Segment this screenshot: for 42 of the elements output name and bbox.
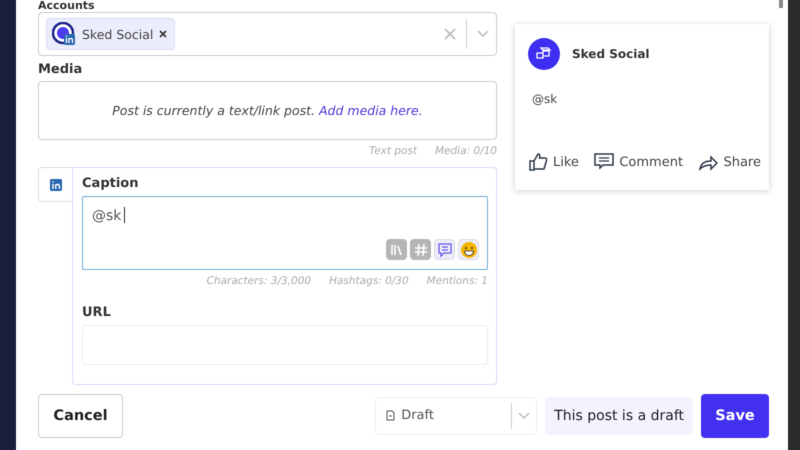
counter-text: Text post — [369, 145, 417, 157]
speech-bubble-icon — [594, 152, 614, 172]
tool-button[interactable] — [434, 239, 455, 260]
account-chip[interactable]: Sked Social — [46, 18, 176, 50]
avatar-icon — [52, 22, 76, 46]
preview-action[interactable]: Like — [528, 152, 579, 172]
emoji-icon — [460, 240, 478, 258]
field-label: URL — [82, 305, 112, 320]
counter-text: Hashtags: 0/30 — [329, 275, 409, 287]
counter-text: Mentions: 1 — [426, 275, 488, 287]
accounts-select[interactable]: Sked Social — [38, 12, 497, 56]
cancel-button[interactable]: Cancel — [38, 394, 123, 438]
media-message: Post is currently a text/link post. Add media here. — [112, 103, 423, 118]
save-button[interactable]: Save — [701, 394, 769, 438]
clear-icon — [444, 28, 456, 40]
tool-button[interactable] — [458, 239, 479, 260]
account-name: Sked Social — [82, 26, 154, 42]
preview-action[interactable]: Share — [698, 152, 761, 172]
remove-icon — [159, 30, 168, 38]
linkedin-icon — [50, 178, 62, 190]
preview-action[interactable]: Comment — [594, 152, 684, 172]
status-select[interactable]: Draft — [375, 396, 538, 434]
counter-text: Media: 0/10 — [435, 145, 497, 157]
chevron-down-icon — [518, 412, 530, 420]
counter-text: Characters: 3/3,000 — [206, 275, 312, 287]
post-text: @sk — [532, 92, 558, 108]
speech-bubble-icon — [436, 240, 454, 258]
field-label: Caption — [82, 176, 140, 191]
thumbs-up-icon — [528, 152, 548, 172]
logo-icon — [528, 38, 560, 70]
account-name: Sked Social — [572, 47, 650, 61]
field-label: Media — [38, 62, 84, 77]
scrollbar-thumb[interactable] — [779, 0, 783, 8]
document-icon — [386, 410, 396, 421]
chevron-down-icon — [477, 30, 489, 38]
caption-value: @sk — [92, 208, 122, 224]
draft-notice: This post is a draft — [545, 396, 693, 434]
media-dropzone[interactable]: Post is currently a text/link post. Add media here. — [38, 81, 497, 140]
caption-field[interactable]: @sk — [82, 196, 488, 270]
network-tab[interactable] — [38, 167, 72, 202]
select-value: Draft — [401, 408, 434, 423]
field-label: Accounts — [38, 0, 96, 12]
